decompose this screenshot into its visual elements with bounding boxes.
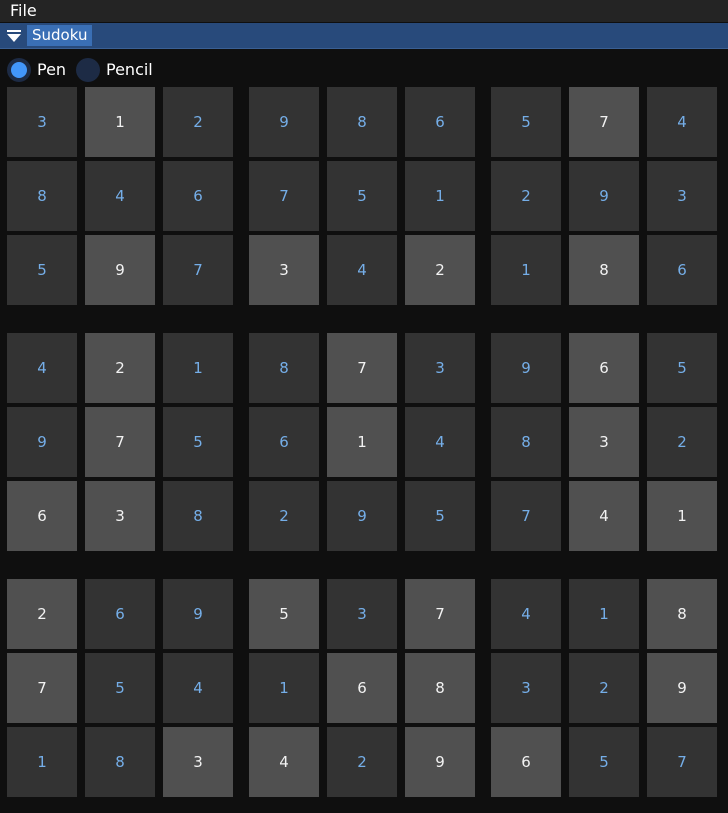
entered-cell[interactable]: 2 [327, 727, 397, 797]
entered-cell[interactable]: 3 [405, 333, 475, 403]
entered-cell[interactable]: 4 [327, 235, 397, 305]
given-cell[interactable]: 1 [647, 481, 717, 551]
given-cell[interactable]: 1 [85, 87, 155, 157]
given-cell[interactable]: 7 [569, 87, 639, 157]
entered-cell[interactable]: 5 [85, 653, 155, 723]
entered-cell[interactable]: 3 [7, 87, 77, 157]
entered-cell[interactable]: 5 [7, 235, 77, 305]
entered-cell[interactable]: 9 [249, 87, 319, 157]
entered-cell[interactable]: 5 [405, 481, 475, 551]
entered-cell[interactable]: 6 [249, 407, 319, 477]
entered-cell[interactable]: 9 [163, 579, 233, 649]
given-cell[interactable]: 8 [569, 235, 639, 305]
given-cell[interactable]: 5 [249, 579, 319, 649]
entered-cell[interactable]: 8 [491, 407, 561, 477]
given-cell[interactable]: 2 [7, 579, 77, 649]
given-cell[interactable]: 6 [491, 727, 561, 797]
entered-cell[interactable]: 5 [327, 161, 397, 231]
pen-mode-label: Pen [37, 60, 67, 79]
given-cell[interactable]: 4 [569, 481, 639, 551]
given-cell[interactable]: 4 [249, 727, 319, 797]
given-cell[interactable]: 6 [7, 481, 77, 551]
entered-cell[interactable]: 1 [405, 161, 475, 231]
entered-cell[interactable]: 6 [647, 235, 717, 305]
entered-cell[interactable]: 1 [7, 727, 77, 797]
entered-cell[interactable]: 9 [7, 407, 77, 477]
entered-cell[interactable]: 8 [163, 481, 233, 551]
entered-cell[interactable]: 9 [327, 481, 397, 551]
given-cell[interactable]: 2 [405, 235, 475, 305]
entered-cell[interactable]: 6 [405, 87, 475, 157]
entered-cell[interactable]: 1 [569, 579, 639, 649]
given-cell[interactable]: 2 [85, 333, 155, 403]
entered-cell[interactable]: 4 [405, 407, 475, 477]
entered-cell[interactable]: 2 [647, 407, 717, 477]
given-cell[interactable]: 7 [327, 333, 397, 403]
given-cell[interactable]: 3 [85, 481, 155, 551]
entered-cell[interactable]: 4 [7, 333, 77, 403]
entered-cell[interactable]: 7 [249, 161, 319, 231]
entered-cell[interactable]: 8 [7, 161, 77, 231]
pen-radio-indicator [7, 58, 31, 82]
entered-cell[interactable]: 3 [491, 653, 561, 723]
entered-cell[interactable]: 2 [569, 653, 639, 723]
entered-cell[interactable]: 5 [647, 333, 717, 403]
given-cell[interactable]: 8 [647, 579, 717, 649]
entered-cell[interactable]: 4 [647, 87, 717, 157]
pencil-mode-radio[interactable]: Pencil [76, 58, 156, 82]
entered-cell[interactable]: 9 [491, 333, 561, 403]
entered-cell[interactable]: 7 [491, 481, 561, 551]
given-cell[interactable]: 7 [85, 407, 155, 477]
given-cell[interactable]: 6 [327, 653, 397, 723]
menu-bar: File [0, 0, 728, 22]
given-cell[interactable]: 9 [647, 653, 717, 723]
panel-title[interactable]: Sudoku [27, 25, 93, 46]
entered-cell[interactable]: 4 [491, 579, 561, 649]
entered-cell[interactable]: 1 [491, 235, 561, 305]
entered-cell[interactable]: 8 [327, 87, 397, 157]
entered-cell[interactable]: 5 [163, 407, 233, 477]
given-cell[interactable]: 8 [405, 653, 475, 723]
entered-cell[interactable]: 1 [249, 653, 319, 723]
entered-cell[interactable]: 4 [85, 161, 155, 231]
entered-cell[interactable]: 5 [569, 727, 639, 797]
entered-cell[interactable]: 3 [327, 579, 397, 649]
sudoku-panel-header: Sudoku [0, 23, 728, 49]
entered-cell[interactable]: 2 [249, 481, 319, 551]
entered-cell[interactable]: 5 [491, 87, 561, 157]
pencil-radio-indicator [76, 58, 100, 82]
entered-cell[interactable]: 2 [491, 161, 561, 231]
given-cell[interactable]: 3 [163, 727, 233, 797]
entered-cell[interactable]: 4 [163, 653, 233, 723]
given-cell[interactable]: 6 [569, 333, 639, 403]
given-cell[interactable]: 9 [405, 727, 475, 797]
entered-cell[interactable]: 3 [647, 161, 717, 231]
entered-cell[interactable]: 7 [163, 235, 233, 305]
pen-mode-radio[interactable]: Pen [7, 58, 69, 82]
collapse-arrow-icon[interactable] [7, 30, 21, 42]
given-cell[interactable]: 7 [405, 579, 475, 649]
entered-cell[interactable]: 2 [163, 87, 233, 157]
file-menu[interactable]: File [10, 1, 37, 21]
entered-cell[interactable]: 9 [569, 161, 639, 231]
entered-cell[interactable]: 1 [163, 333, 233, 403]
entered-cell[interactable]: 6 [85, 579, 155, 649]
given-cell[interactable]: 3 [249, 235, 319, 305]
entered-cell[interactable]: 8 [249, 333, 319, 403]
entered-cell[interactable]: 7 [647, 727, 717, 797]
given-cell[interactable]: 9 [85, 235, 155, 305]
given-cell[interactable]: 3 [569, 407, 639, 477]
pencil-mode-label: Pencil [106, 60, 153, 79]
entered-cell[interactable]: 8 [85, 727, 155, 797]
entered-cell[interactable]: 6 [163, 161, 233, 231]
given-cell[interactable]: 1 [327, 407, 397, 477]
given-cell[interactable]: 7 [7, 653, 77, 723]
